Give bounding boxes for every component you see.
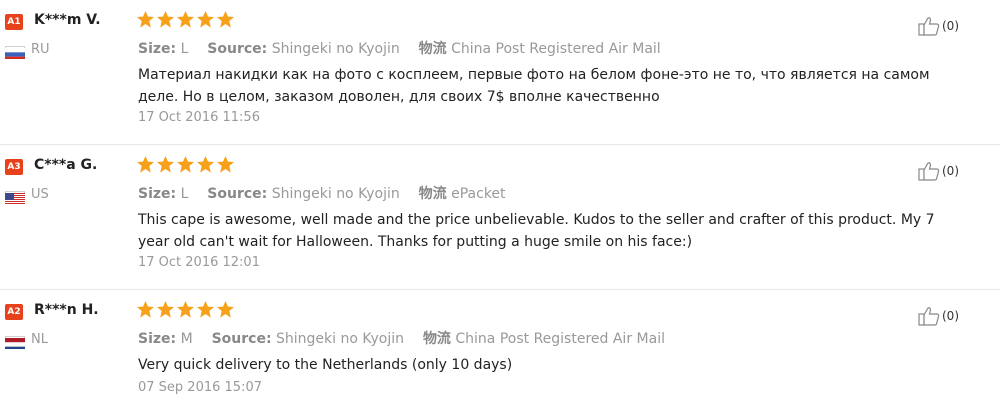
size-value: L bbox=[180, 41, 189, 57]
helpful-count: (0) bbox=[942, 164, 959, 178]
source-value: Shingeki no Kyojin bbox=[271, 186, 400, 202]
source-label: Source: bbox=[211, 331, 272, 347]
reviewer-country: RU bbox=[31, 42, 50, 57]
review-date: 17 Oct 2016 11:56 bbox=[138, 110, 260, 125]
us-flag-icon bbox=[5, 191, 25, 204]
star-icon bbox=[176, 155, 195, 173]
star-icon bbox=[176, 10, 195, 28]
review-meta: Size: M Source: Shingeki no Kyojin 物流 Ch… bbox=[138, 328, 665, 348]
review-text: This cape is awesome, well made and the … bbox=[138, 212, 935, 250]
review-meta: Size: L Source: Shingeki no Kyojin 物流 eP… bbox=[138, 183, 506, 203]
reviewer-country: US bbox=[31, 187, 49, 202]
helpful-button[interactable]: (0) bbox=[918, 16, 959, 36]
review-meta: Size: L Source: Shingeki no Kyojin 物流 Ch… bbox=[138, 38, 661, 58]
shipping-label: 物流 bbox=[418, 186, 447, 202]
reviewer-name: R***n H. bbox=[34, 302, 99, 318]
star-icon bbox=[196, 300, 215, 318]
reviewer-name: C***a G. bbox=[34, 157, 98, 173]
review-text: Very quick delivery to the Netherlands (… bbox=[138, 357, 513, 373]
star-icon bbox=[196, 155, 215, 173]
star-icon bbox=[136, 155, 155, 173]
star-rating bbox=[136, 10, 235, 32]
review-date: 17 Oct 2016 12:01 bbox=[138, 255, 260, 270]
star-icon bbox=[136, 10, 155, 28]
buyer-level-badge: A1 bbox=[5, 14, 23, 30]
shipping-label: 物流 bbox=[418, 41, 447, 57]
reviewer-country: NL bbox=[31, 332, 48, 347]
shipping-label: 物流 bbox=[422, 331, 451, 347]
review-text: Материал накидки как на фото с косплеем,… bbox=[138, 67, 930, 105]
star-icon bbox=[196, 10, 215, 28]
helpful-button[interactable]: (0) bbox=[918, 306, 959, 326]
star-icon bbox=[156, 300, 175, 318]
buyer-level-badge: A2 bbox=[5, 304, 23, 320]
star-icon bbox=[176, 300, 195, 318]
helpful-button[interactable]: (0) bbox=[918, 161, 959, 181]
star-rating bbox=[136, 300, 235, 322]
size-value: M bbox=[180, 331, 193, 347]
star-icon bbox=[216, 155, 235, 173]
ru-flag-icon bbox=[5, 46, 25, 59]
review-date: 07 Sep 2016 15:07 bbox=[138, 380, 262, 395]
star-rating bbox=[136, 155, 235, 177]
star-icon bbox=[156, 155, 175, 173]
size-label: Size: bbox=[138, 186, 177, 202]
shipping-value: China Post Registered Air Mail bbox=[455, 331, 665, 347]
review-list: A1 K***m V. RU Size: L Source: Shingeki … bbox=[0, 0, 1000, 413]
source-label: Source: bbox=[207, 41, 268, 57]
thumbs-up-icon bbox=[918, 162, 940, 181]
size-label: Size: bbox=[138, 331, 177, 347]
reviewer-name: K***m V. bbox=[34, 12, 101, 28]
helpful-count: (0) bbox=[942, 19, 959, 33]
helpful-count: (0) bbox=[942, 309, 959, 323]
shipping-value: ePacket bbox=[451, 186, 506, 202]
size-value: L bbox=[180, 186, 189, 202]
thumbs-up-icon bbox=[918, 307, 940, 326]
review-item: A2 R***n H. NL Size: M Source: Shingeki … bbox=[0, 290, 1000, 413]
buyer-level-badge: A3 bbox=[5, 159, 23, 175]
size-label: Size: bbox=[138, 41, 177, 57]
review-item: A3 C***a G. US Size: L Source: Shingeki … bbox=[0, 145, 1000, 290]
star-icon bbox=[136, 300, 155, 318]
review-item: A1 K***m V. RU Size: L Source: Shingeki … bbox=[0, 0, 1000, 145]
nl-flag-icon bbox=[5, 336, 25, 349]
source-value: Shingeki no Kyojin bbox=[271, 41, 400, 57]
source-value: Shingeki no Kyojin bbox=[276, 331, 405, 347]
thumbs-up-icon bbox=[918, 17, 940, 36]
shipping-value: China Post Registered Air Mail bbox=[451, 41, 661, 57]
source-label: Source: bbox=[207, 186, 268, 202]
star-icon bbox=[156, 10, 175, 28]
star-icon bbox=[216, 10, 235, 28]
star-icon bbox=[216, 300, 235, 318]
